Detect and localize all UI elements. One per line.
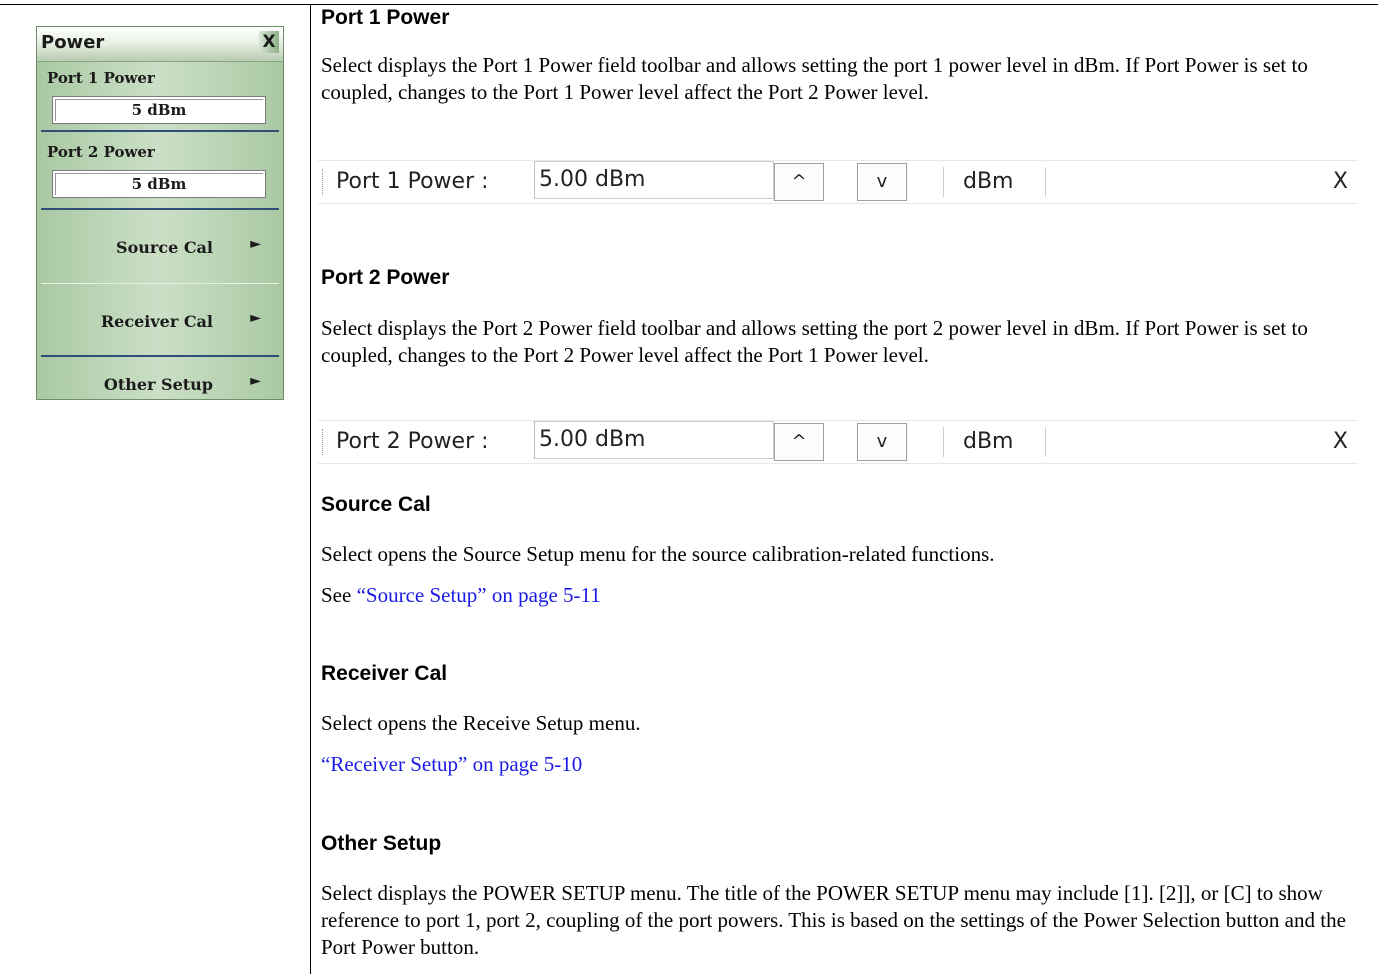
menu-separator xyxy=(41,208,279,210)
toolbar-grip[interactable] xyxy=(322,169,323,195)
source-cal-heading: Source Cal xyxy=(321,493,431,516)
toolbar-divider xyxy=(943,167,944,197)
toolbar-divider xyxy=(1045,167,1046,197)
receiver-cal-label: Receiver Cal xyxy=(100,312,213,331)
port1-power-group[interactable]: Port 1 Power 5 dBm xyxy=(43,67,279,127)
source-cal-description: Select opens the Source Setup menu for t… xyxy=(321,542,995,566)
receiver-setup-link-line: “Receiver Setup” on page 5-10 xyxy=(321,751,1366,778)
toolbar-close-button[interactable]: X xyxy=(1333,169,1348,194)
receiver-cal-button[interactable]: Receiver Cal ► xyxy=(37,302,283,342)
menu-close-button[interactable]: X xyxy=(259,31,279,53)
port2-power-toolbar: Port 2 Power : 5.00 dBm ^ v dBm X xyxy=(318,420,1358,464)
port2-power-label: Port 2 Power xyxy=(47,143,155,161)
column-divider xyxy=(310,4,311,974)
toolbar-divider xyxy=(943,427,944,457)
port1-power-description: Select displays the Port 1 Power field t… xyxy=(321,53,1308,104)
toolbar-grip[interactable] xyxy=(322,429,323,455)
menu-separator xyxy=(41,283,279,284)
increment-button[interactable]: ^ xyxy=(774,163,824,201)
menu-separator xyxy=(41,355,279,357)
submenu-arrow-icon: ► xyxy=(250,236,261,252)
unit-label[interactable]: dBm xyxy=(963,169,1014,194)
top-rule xyxy=(0,4,1378,5)
other-setup-description: Select displays the POWER SETUP menu. Th… xyxy=(321,881,1346,959)
toolbar-field-label: Port 2 Power : xyxy=(336,429,489,454)
source-cal-see-also: See “Source Setup” on page 5-11 xyxy=(321,582,1366,609)
port2-power-input[interactable]: 5.00 dBm xyxy=(534,421,774,459)
port2-power-description: Select displays the Port 2 Power field t… xyxy=(321,316,1308,367)
submenu-arrow-icon: ► xyxy=(250,310,261,326)
increment-button[interactable]: ^ xyxy=(774,423,824,461)
port1-power-toolbar: Port 1 Power : 5.00 dBm ^ v dBm X xyxy=(318,160,1358,204)
toolbar-field-label: Port 1 Power : xyxy=(336,169,489,194)
source-setup-link[interactable]: “Source Setup” on page 5-11 xyxy=(357,583,601,607)
port1-power-label: Port 1 Power xyxy=(47,69,155,87)
port1-power-input[interactable]: 5.00 dBm xyxy=(534,161,774,199)
menu-separator xyxy=(41,130,279,132)
menu-title: Power xyxy=(41,32,105,53)
source-cal-label: Source Cal xyxy=(116,238,213,257)
port2-power-group[interactable]: Port 2 Power 5 dBm xyxy=(43,141,279,201)
port2-power-field[interactable]: 5 dBm xyxy=(52,170,266,198)
toolbar-divider xyxy=(1045,427,1046,457)
port1-power-field[interactable]: 5 dBm xyxy=(52,96,266,124)
receiver-cal-description: Select opens the Receive Setup menu. xyxy=(321,711,641,735)
unit-label[interactable]: dBm xyxy=(963,429,1014,454)
other-setup-label: Other Setup xyxy=(103,375,213,394)
decrement-button[interactable]: v xyxy=(857,163,907,201)
receiver-cal-heading: Receiver Cal xyxy=(321,662,448,685)
other-setup-heading: Other Setup xyxy=(321,832,442,855)
decrement-button[interactable]: v xyxy=(857,423,907,461)
menu-title-bar: Power X xyxy=(37,27,283,62)
toolbar-close-button[interactable]: X xyxy=(1333,429,1348,454)
receiver-setup-link[interactable]: “Receiver Setup” on page 5-10 xyxy=(321,752,582,776)
port2-power-heading: Port 2 Power xyxy=(321,266,450,289)
other-setup-button[interactable]: Other Setup ► xyxy=(37,373,283,399)
see-prefix: See xyxy=(321,583,357,607)
port1-power-heading: Port 1 Power xyxy=(321,6,450,29)
source-cal-button[interactable]: Source Cal ► xyxy=(37,228,283,268)
power-menu-panel: Power X Port 1 Power 5 dBm Port 2 Power … xyxy=(36,26,284,400)
submenu-arrow-icon: ► xyxy=(250,373,261,389)
